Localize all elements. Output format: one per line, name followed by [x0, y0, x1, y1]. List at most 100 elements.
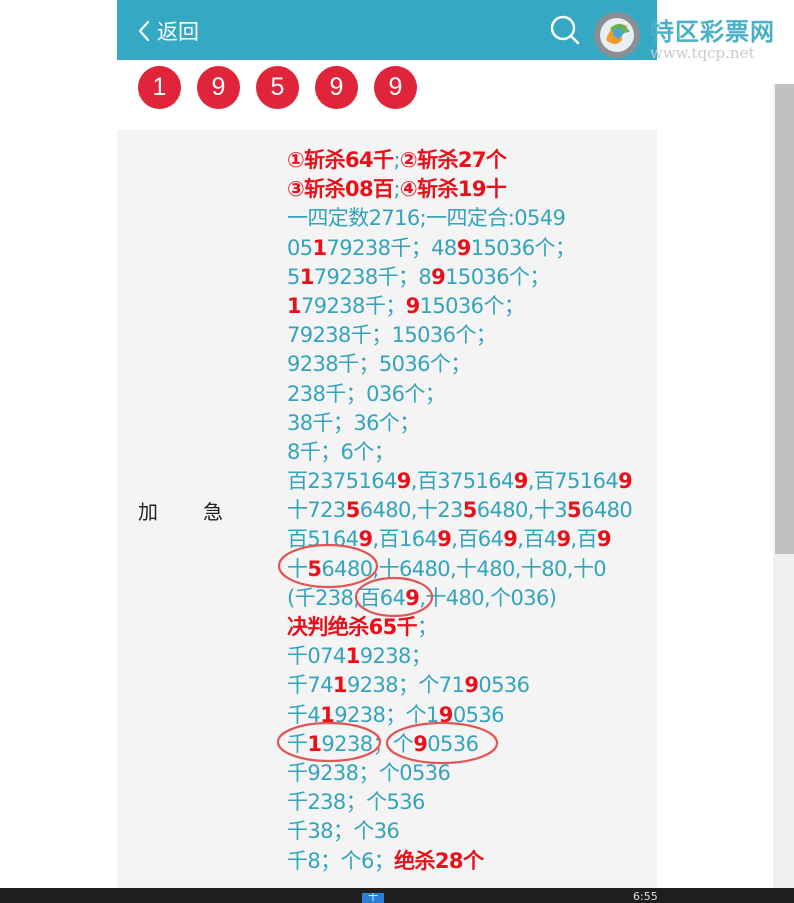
highlight-text: 9 [503, 527, 518, 552]
highlight-text: 1 [307, 731, 322, 756]
highlight-text: ③斩杀08百 [287, 177, 394, 202]
plain-text: 15036个； [470, 235, 576, 260]
text-line: ③斩杀08百;④斩杀19十 [287, 175, 655, 204]
plain-text: 千74 [287, 673, 334, 698]
scrollbar-thumb[interactable] [775, 84, 794, 554]
back-label: 返回 [157, 20, 199, 44]
text-line: 决判绝杀65千； [287, 613, 655, 642]
plain-text: 十 [287, 556, 308, 581]
text-line: 179238千；915036个； [287, 292, 655, 321]
text-line: 38千；36个； [287, 409, 655, 438]
site-logo[interactable]: 特区彩票网 www.tqcp.net [592, 8, 792, 62]
text-line: 9238千；5036个； [287, 350, 655, 379]
highlight-text: 9 [456, 235, 472, 260]
text-line: 百51649,百1649,百649,百49,百9 [287, 525, 655, 554]
highlight-text: 9 [556, 527, 572, 552]
plain-text: 05 [287, 235, 313, 260]
text-line: 8千；6个； [287, 438, 655, 467]
highlight-text: 9 [597, 527, 612, 552]
text-line: 05179238千；48915036个； [287, 234, 655, 263]
plain-text: 千8；个6； [287, 848, 395, 873]
text-line: 5179238千；8915036个； [287, 263, 655, 292]
highlight-text: 5 [462, 498, 478, 523]
highlight-text: ④斩杀19十 [399, 177, 507, 202]
highlight-text: 9 [413, 731, 428, 756]
plain-text: 0536 [452, 702, 505, 727]
plain-text: 9238；个 [321, 731, 414, 756]
plain-text: 十723 [287, 498, 346, 523]
highlight-text: 9 [405, 585, 420, 610]
plain-text: ,百75164 [527, 469, 619, 494]
highlight-text: 决判绝杀65千 [287, 615, 418, 639]
plain-text: 0536 [478, 673, 530, 698]
highlight-text: 9 [618, 469, 633, 494]
plain-text: 百5164 [287, 527, 359, 552]
result-ball: 5 [256, 66, 299, 109]
row-label-left: 加 [138, 500, 158, 524]
plain-text: 一四定数2716;一四定合:0549 [287, 206, 566, 231]
text-line: 238千；036个； [287, 380, 655, 409]
logo-url: www.tqcp.net [650, 44, 755, 62]
plain-text: 5 [287, 264, 300, 289]
plain-text: 38千；36个； [287, 410, 420, 435]
plain-text: 6480,十23 [359, 498, 464, 523]
highlight-text: 9 [396, 469, 412, 494]
row-label: 加急 [138, 496, 223, 525]
chevron-left-icon [138, 20, 150, 42]
plain-text: 79238千；8 [313, 264, 432, 289]
result-ball: 9 [374, 66, 417, 109]
text-line: (千238,百649,十480,个036) [287, 584, 655, 613]
row-label-right: 急 [203, 500, 223, 524]
plain-text: 9238；个71 [346, 673, 465, 698]
text-line: 千19238；个90536 [287, 730, 655, 759]
plain-text: 9238； [359, 644, 432, 669]
highlight-text: 1 [332, 673, 348, 698]
plain-text: 79238千； [301, 293, 406, 318]
highlight-text: 1 [287, 293, 302, 318]
plain-text: 6480,十6480,十480,十80,十0 [321, 556, 606, 581]
plain-text: 0536 [427, 731, 479, 756]
text-line: 千419238；个190536 [287, 701, 655, 730]
text-line: 千8；个6；绝杀28个 [287, 847, 655, 876]
highlight-text: ②斩杀27个 [399, 148, 507, 172]
highlight-text: 9 [438, 702, 454, 727]
plain-text: ； [417, 615, 438, 639]
plain-text: 千074 [287, 644, 346, 669]
text-line: 千238；个536 [287, 788, 655, 817]
highlight-text: 9 [464, 673, 479, 698]
plain-text: 百2375164 [287, 469, 397, 494]
plain-text: 238千；036个； [287, 381, 446, 406]
highlight-text: 9 [513, 469, 529, 494]
highlight-text: 5 [345, 498, 361, 523]
result-ball: 9 [197, 66, 240, 109]
text-line: 千7419238；个7190536 [287, 671, 655, 700]
plain-text: 9238千；5036个； [287, 352, 471, 377]
back-button[interactable]: 返回 [137, 14, 199, 48]
result-ball: 1 [138, 66, 181, 109]
text-line: 79238千；15036个； [287, 321, 655, 350]
text-line: ①斩杀64千;②斩杀27个 [287, 146, 655, 175]
highlight-text: 5 [567, 498, 582, 523]
plain-text: 千4 [287, 702, 321, 727]
search-icon [550, 15, 580, 45]
taskbar-app-icon[interactable]: 千 [362, 893, 384, 903]
plain-text: 6480 [581, 498, 633, 523]
highlight-text: 9 [405, 293, 421, 318]
text-line: 百23751649,百3751649,百751649 [287, 467, 655, 496]
highlight-text: ①斩杀64千 [287, 148, 394, 172]
highlight-text: 1 [312, 235, 328, 260]
search-button[interactable] [550, 15, 580, 45]
logo-title: 特区彩票网 [650, 18, 775, 46]
taskbar-clock: 6:55 [633, 890, 658, 903]
os-taskbar [0, 888, 794, 903]
plain-text: ,百375164 [410, 469, 515, 494]
plain-text: ,百 [570, 527, 598, 552]
text-line: 一四定数2716;一四定合:0549 [287, 204, 655, 233]
plain-text: 千9238；个0536 [287, 760, 451, 785]
highlight-text: 1 [299, 264, 315, 289]
plain-text: 8千；6个； [287, 439, 395, 464]
logo-badge-icon [594, 12, 640, 58]
top-nav-bar: 返回 [117, 0, 657, 60]
highlight-text: 9 [358, 527, 373, 552]
plain-text: 千 [287, 731, 308, 756]
